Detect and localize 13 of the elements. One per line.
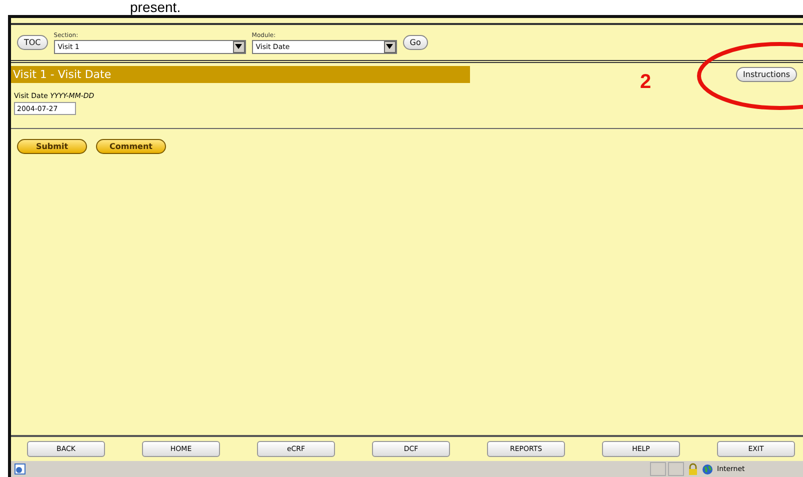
page-icon [14,463,26,475]
toc-button[interactable]: TOC [17,35,48,50]
comment-button[interactable]: Comment [96,139,166,154]
globe-icon [702,464,713,474]
instructions-button[interactable]: Instructions [736,67,797,82]
submit-button[interactable]: Submit [17,139,87,154]
go-button[interactable]: Go [402,35,428,50]
caption-text: present. [129,0,182,15]
form-title: Visit 1 - Visit Date [11,66,470,83]
status-panel [668,462,684,476]
status-panel [650,462,666,476]
lock-icon [688,463,698,475]
annotation-number: 2 [640,71,652,94]
